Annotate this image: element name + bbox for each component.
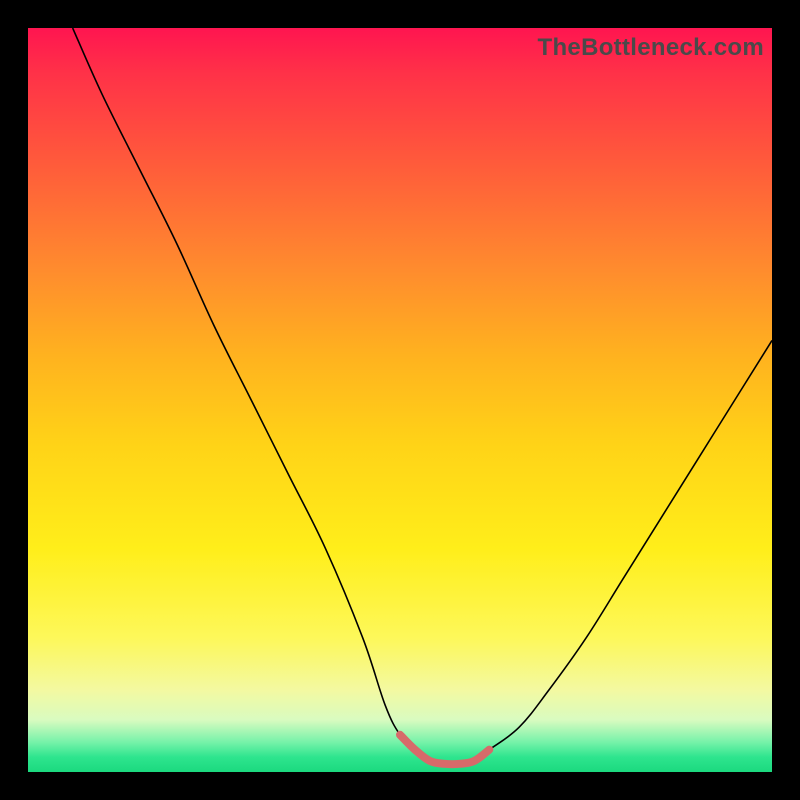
chart-svg [28,28,772,772]
plot-area: TheBottleneck.com [28,28,772,772]
bottleneck-curve [73,28,772,764]
chart-frame: TheBottleneck.com [0,0,800,800]
optimal-zone-highlight [400,735,489,764]
